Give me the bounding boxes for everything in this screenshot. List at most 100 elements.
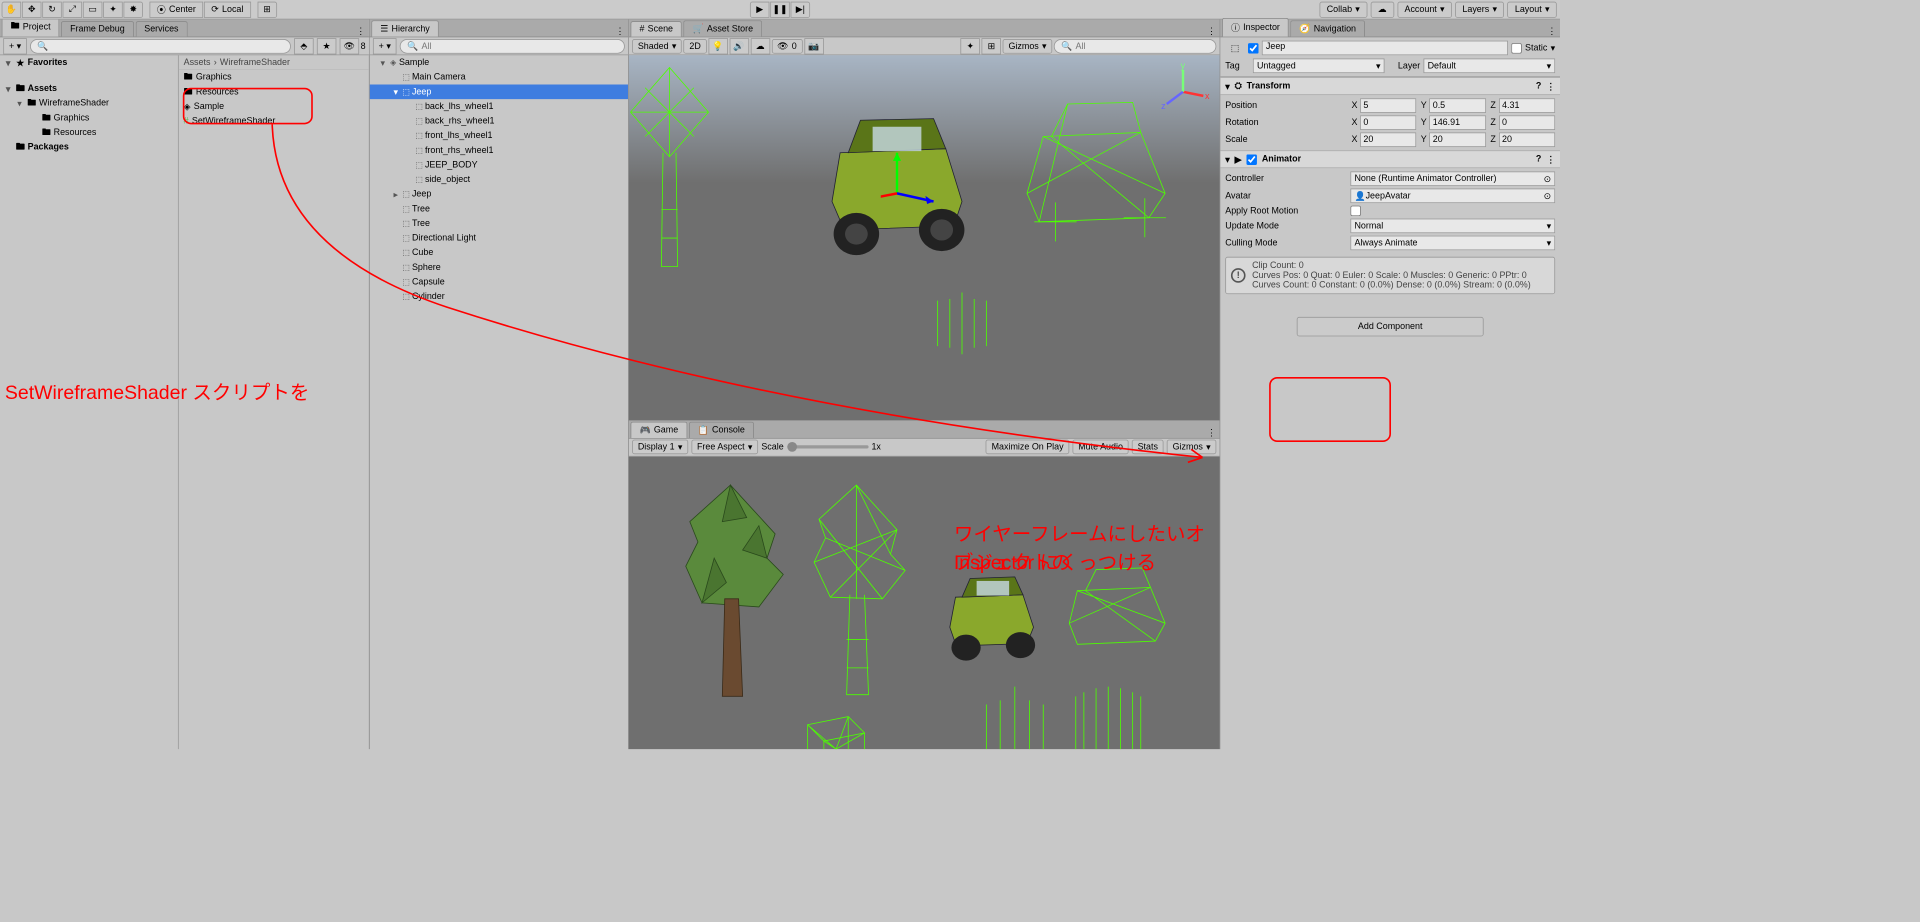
rotation-y-input[interactable] <box>1429 115 1485 130</box>
pivot-center-button[interactable]: ⦿Center <box>150 1 204 17</box>
cloud-button[interactable]: ☁ <box>1370 1 1394 17</box>
position-y-input[interactable] <box>1429 98 1485 113</box>
hierarchy-item[interactable]: ⬚Cube <box>370 245 628 260</box>
scale-z-input[interactable] <box>1499 132 1555 147</box>
tab-game[interactable]: 🎮Game <box>631 422 688 438</box>
tree-item[interactable]: ▾🖿WireframeShader <box>0 96 178 111</box>
transform-gizmo[interactable] <box>881 145 946 210</box>
transform-component-header[interactable]: ▾ ⛭ Transform ? ⋮ <box>1220 77 1560 95</box>
stats-toggle[interactable]: Stats <box>1132 440 1164 455</box>
chevron-down-icon[interactable]: ▾ <box>1551 43 1555 54</box>
asset-item[interactable]: 🖿Resources <box>179 85 369 100</box>
shading-mode-dropdown[interactable]: Shaded▾ <box>632 39 682 54</box>
fold-icon[interactable]: ▸ <box>391 189 401 200</box>
object-picker-icon[interactable]: ⊙ <box>1544 191 1551 202</box>
grid-toggle[interactable]: ⊞ <box>982 38 1002 54</box>
rotation-z-input[interactable] <box>1499 115 1555 130</box>
rect-tool-button[interactable]: ▭ <box>83 1 103 17</box>
layers-dropdown[interactable]: Layers▾ <box>1455 1 1504 17</box>
layout-dropdown[interactable]: Layout▾ <box>1508 1 1557 17</box>
pivot-local-button[interactable]: ⟳Local <box>204 1 251 17</box>
hierarchy-item[interactable]: ⬚front_rhs_wheel1 <box>370 143 628 158</box>
hierarchy-item[interactable]: ⬚JEEP_BODY <box>370 158 628 173</box>
component-menu-icon[interactable]: ⋮ <box>1546 81 1555 92</box>
custom-tool-button[interactable]: ✸ <box>124 1 144 17</box>
maximize-toggle[interactable]: Maximize On Play <box>986 440 1069 455</box>
hierarchy-item[interactable]: ▾◈Sample <box>370 55 628 70</box>
hierarchy-item[interactable]: ⬚Sphere <box>370 260 628 275</box>
tab-frame-debug[interactable]: Frame Debug <box>61 21 134 36</box>
update-mode-dropdown[interactable]: Normal▾ <box>1350 219 1555 234</box>
play-button[interactable]: ▶ <box>750 1 770 17</box>
component-help-icon[interactable]: ? <box>1536 81 1541 91</box>
gizmos-dropdown[interactable]: Gizmos▾ <box>1003 39 1052 54</box>
panel-menu-button[interactable]: ⋮ <box>1203 26 1219 37</box>
hierarchy-item[interactable]: ⬚back_rhs_wheel1 <box>370 114 628 129</box>
tag-dropdown[interactable]: Untagged▾ <box>1253 59 1385 74</box>
pause-button[interactable]: ❚❚ <box>770 1 790 17</box>
aspect-dropdown[interactable]: Free Aspect▾ <box>691 440 758 455</box>
create-menu-button[interactable]: + ▾ <box>3 38 27 54</box>
transform-tool-button[interactable]: ✦ <box>103 1 123 17</box>
panel-menu-button[interactable]: ⋮ <box>1203 427 1219 438</box>
gameobject-name-input[interactable]: Jeep <box>1262 41 1508 56</box>
tab-scene[interactable]: #Scene <box>631 21 682 36</box>
tree-item[interactable]: 🖿Resources <box>0 125 178 140</box>
animator-enabled-checkbox[interactable] <box>1246 154 1257 165</box>
hierarchy-item[interactable]: ⬚Tree <box>370 216 628 231</box>
hierarchy-item[interactable]: ⬚side_object <box>370 172 628 187</box>
animator-component-header[interactable]: ▾ ▶ Animator ? ⋮ <box>1220 150 1560 168</box>
panel-menu-button[interactable]: ⋮ <box>612 26 628 37</box>
snap-button[interactable]: ⊞ <box>257 1 277 17</box>
scale-x-input[interactable] <box>1360 132 1416 147</box>
mute-audio-toggle[interactable]: Mute Audio <box>1073 440 1129 455</box>
hierarchy-item[interactable]: ▸⬚Jeep <box>370 187 628 202</box>
project-search-input[interactable]: 🔍 <box>30 39 291 54</box>
hierarchy-item[interactable]: ⬚Capsule <box>370 275 628 290</box>
hand-tool-button[interactable]: ✋ <box>2 1 22 17</box>
scene-light-toggle[interactable]: 💡 <box>708 38 728 54</box>
tab-navigation[interactable]: 🧭Navigation <box>1290 20 1364 36</box>
collab-dropdown[interactable]: Collab▾ <box>1319 1 1367 17</box>
hierarchy-item[interactable]: ⬚Tree <box>370 202 628 217</box>
tab-asset-store[interactable]: 🛒Asset Store <box>684 20 762 36</box>
fold-icon[interactable]: ▾ <box>391 87 401 98</box>
tab-console[interactable]: 📋Console <box>689 422 754 438</box>
scene-viewport[interactable]: x y z <box>629 55 1220 420</box>
mode-2d-toggle[interactable]: 2D <box>684 39 707 54</box>
game-gizmos-dropdown[interactable]: Gizmos▾ <box>1167 440 1216 455</box>
object-picker-icon[interactable]: ⊙ <box>1544 173 1551 184</box>
tab-hierarchy[interactable]: ☰Hierarchy <box>371 20 438 36</box>
scene-audio-toggle[interactable]: 🔊 <box>729 38 749 54</box>
scale-tool-button[interactable]: ⤢ <box>63 1 83 17</box>
tree-item[interactable]: 🖿Graphics <box>0 111 178 126</box>
asset-item[interactable]: 🖿Graphics <box>179 70 369 85</box>
hierarchy-item[interactable]: ⬚Cylinder <box>370 289 628 304</box>
apply-root-motion-checkbox[interactable] <box>1350 206 1361 217</box>
controller-field[interactable]: None (Runtime Animator Controller)⊙ <box>1350 171 1555 186</box>
rotate-tool-button[interactable]: ↻ <box>42 1 62 17</box>
position-x-input[interactable] <box>1360 98 1416 113</box>
component-help-icon[interactable]: ? <box>1536 154 1541 164</box>
game-viewport[interactable]: ワイヤーフレームにしたいオブジェクトの Inspector にくっつける <box>629 457 1220 750</box>
asset-item[interactable]: ◈Sample <box>179 99 369 114</box>
scale-y-input[interactable] <box>1429 132 1485 147</box>
fold-icon[interactable]: ▾ <box>378 57 388 68</box>
filter-favorite-button[interactable]: ★ <box>317 38 337 54</box>
tab-inspector[interactable]: ⓘInspector <box>1222 18 1289 37</box>
scene-visibility-toggle[interactable]: 👁0 <box>771 39 802 54</box>
hierarchy-item[interactable]: ⬚front_lhs_wheel1 <box>370 128 628 143</box>
gameobject-active-checkbox[interactable] <box>1248 43 1259 54</box>
scene-camera-toggle[interactable]: 📷 <box>804 38 824 54</box>
hierarchy-item[interactable]: ⬚Main Camera <box>370 70 628 85</box>
tab-services[interactable]: Services <box>135 21 187 36</box>
layer-dropdown[interactable]: Default▾ <box>1424 59 1556 74</box>
rotation-x-input[interactable] <box>1360 115 1416 130</box>
favorites-header[interactable]: ▾★Favorites <box>0 55 178 70</box>
create-menu-button[interactable]: + ▾ <box>373 38 397 54</box>
move-tool-button[interactable]: ✥ <box>22 1 42 17</box>
assets-root[interactable]: ▾🖿Assets <box>0 81 178 96</box>
culling-mode-dropdown[interactable]: Always Animate▾ <box>1350 236 1555 251</box>
panel-menu-button[interactable]: ⋮ <box>353 26 369 37</box>
packages-root[interactable]: 🖿Packages <box>0 140 178 155</box>
